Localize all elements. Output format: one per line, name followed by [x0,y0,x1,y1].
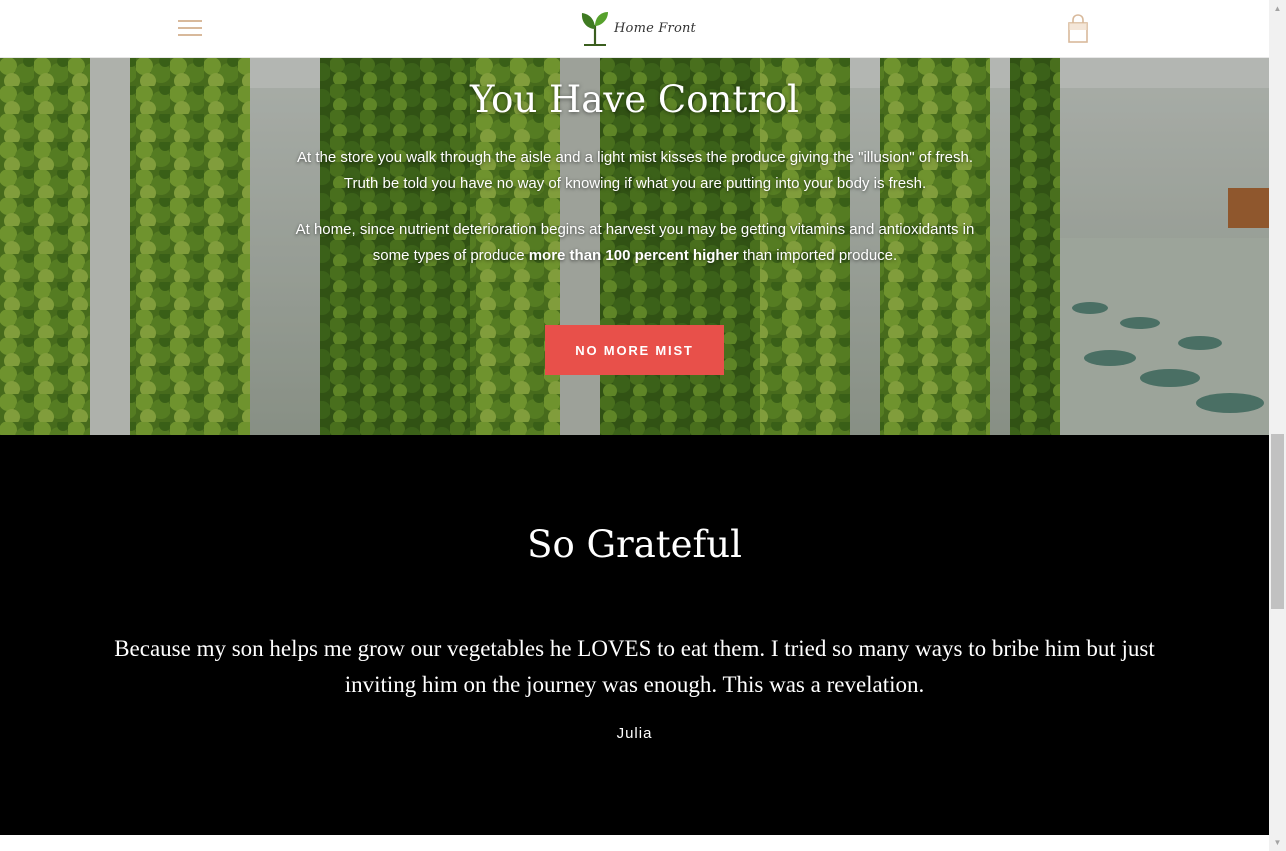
testimonial-quote: Because my son helps me grow our vegetab… [114,636,1155,697]
testimonial-author: Julia [616,725,653,742]
hero-paragraph-2-end: than imported produce. [738,247,898,264]
hero-section: You Have Control At the store you walk t… [0,58,1269,435]
shopping-bag-icon[interactable] [1066,14,1090,44]
hero-paragraph-2: At home, since nutrient deterioration be… [280,217,990,269]
no-more-mist-button[interactable]: NO MORE MIST [545,325,724,375]
site-header: Home Front [0,0,1269,58]
testimonial-title: So Grateful [527,523,742,566]
scrollbar-thumb[interactable] [1271,434,1284,609]
sprout-icon [581,12,608,46]
logo-text: Home Front [614,20,696,36]
hero-paragraph-1: At the store you walk through the aisle … [296,149,973,192]
scroll-down-arrow-icon[interactable]: ▼ [1269,834,1286,851]
testimonial-section: So Grateful Because my son helps me grow… [0,435,1269,835]
hamburger-menu-icon[interactable] [176,16,204,40]
hero-title: You Have Control [469,78,800,121]
scroll-up-arrow-icon[interactable]: ▲ [1269,0,1286,17]
hero-paragraph-2-highlight: more than 100 percent higher [528,247,739,264]
hero-content: You Have Control At the store you walk t… [0,58,1269,435]
vertical-scrollbar[interactable]: ▲ ▼ [1269,0,1286,851]
page-viewport: Home Front You Have Control At the store… [0,0,1269,835]
site-logo[interactable]: Home Front [578,8,698,48]
